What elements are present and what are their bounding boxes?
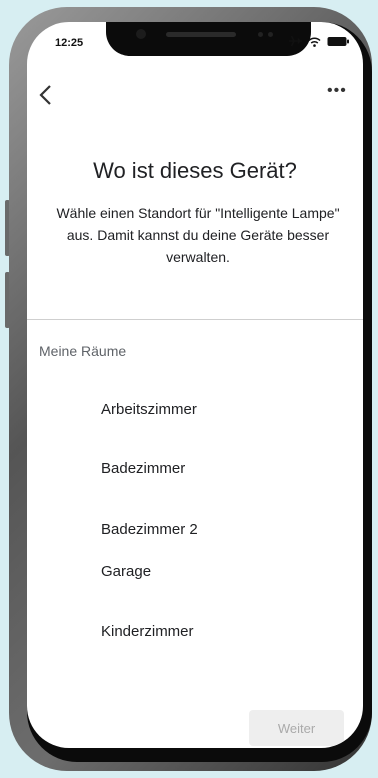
status-icons	[289, 36, 349, 47]
room-item-badezimmer-2[interactable]: Badezimmer 2	[101, 521, 198, 538]
camera-icon	[136, 29, 146, 39]
next-button[interactable]: Weiter	[249, 710, 344, 746]
page-description: Wähle einen Standort für "Intelligente L…	[56, 205, 340, 265]
wifi-icon	[308, 37, 321, 47]
room-item-badezimmer[interactable]: Badezimmer	[101, 460, 185, 477]
phone-screen: 12:25 ••• Wo ist dieses Gerät? Wähle ein…	[27, 22, 363, 748]
room-item-arbeitszimmer[interactable]: Arbeitszimmer	[101, 401, 197, 418]
airplane-icon	[289, 36, 302, 47]
sensor-dot	[258, 32, 263, 37]
page-title: Wo ist dieses Gerät?	[93, 158, 297, 183]
battery-icon	[327, 36, 349, 47]
speaker-grille	[166, 32, 236, 37]
back-button[interactable]	[39, 84, 53, 111]
notch	[106, 22, 311, 56]
section-heading: Meine Räume	[39, 343, 127, 359]
chevron-left-icon	[39, 85, 53, 110]
room-item-kinderzimmer[interactable]: Kinderzimmer	[101, 623, 194, 640]
room-item-garage[interactable]: Garage	[101, 563, 151, 580]
more-options-button[interactable]: •••	[327, 83, 347, 99]
sensor-dot	[268, 32, 273, 37]
divider	[27, 319, 363, 320]
status-time: 12:25	[55, 37, 84, 49]
